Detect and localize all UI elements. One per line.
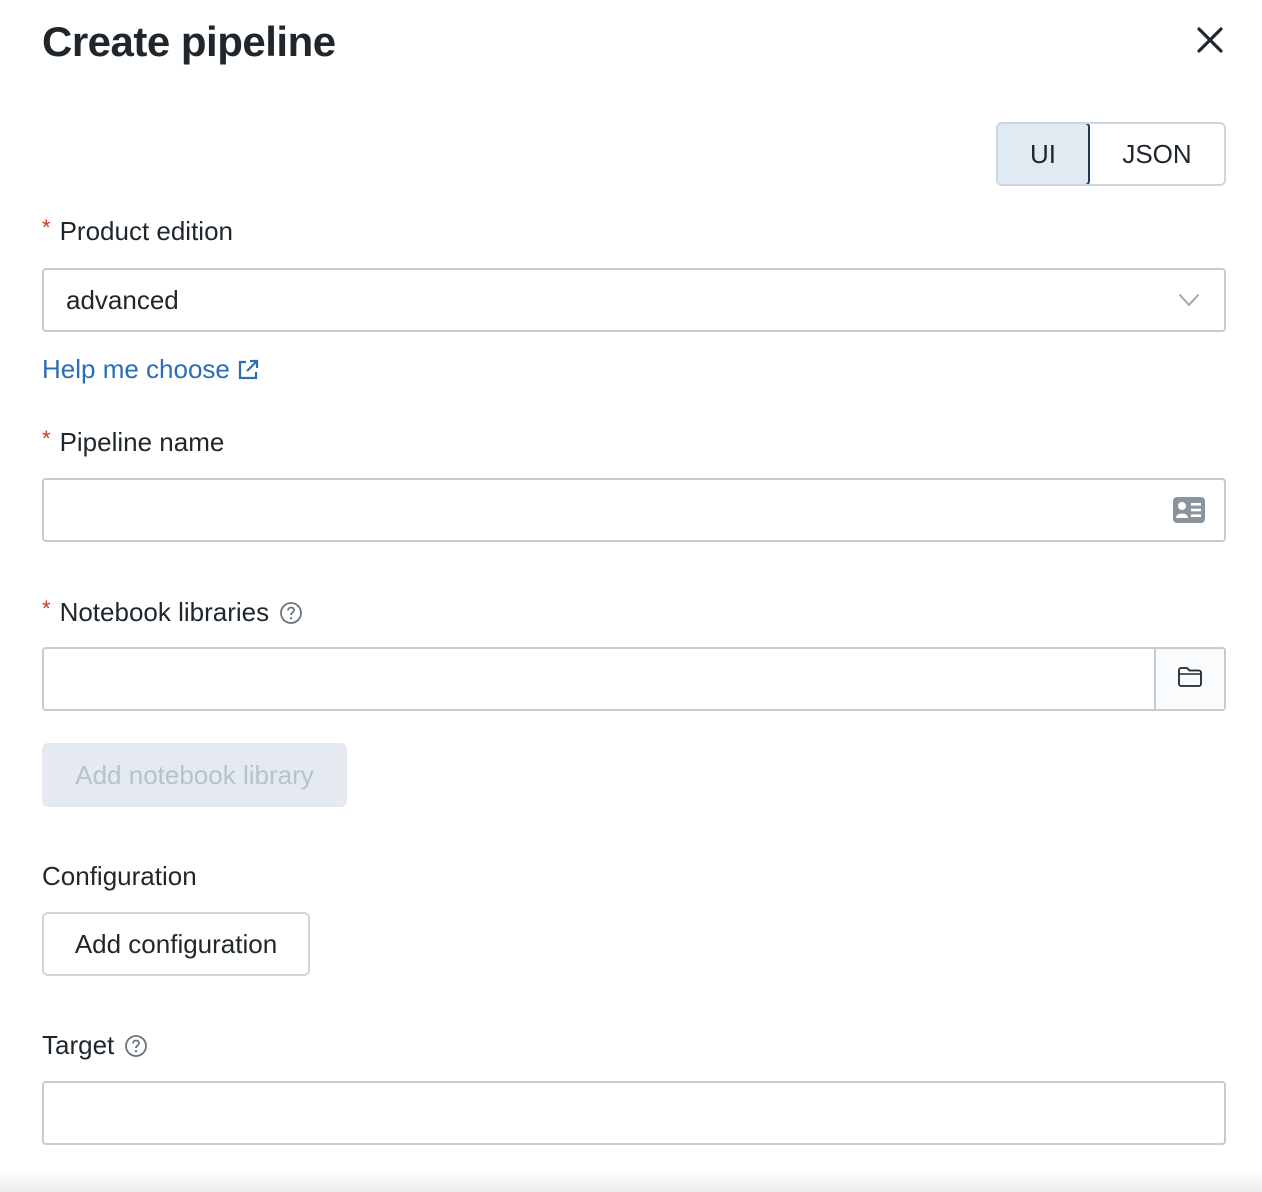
- product-edition-label: * Product edition: [42, 214, 234, 247]
- target-input[interactable]: [44, 1083, 1224, 1143]
- create-pipeline-dialog: Create pipeline UI JSON * Product editio…: [0, 0, 1262, 1192]
- required-marker: *: [42, 214, 51, 240]
- target-label-text: Target: [42, 1030, 115, 1060]
- mode-toggle: UI JSON: [996, 122, 1226, 186]
- notebook-library-path-input[interactable]: [44, 649, 1154, 709]
- product-edition-label-text: Product edition: [59, 216, 234, 246]
- folder-icon: [1177, 666, 1203, 693]
- help-me-choose-text: Help me choose: [42, 354, 230, 384]
- mode-toggle-json[interactable]: JSON: [1090, 124, 1224, 184]
- close-button[interactable]: [1190, 22, 1230, 62]
- product-edition-select[interactable]: advanced: [42, 268, 1226, 332]
- help-circle-icon[interactable]: [279, 601, 303, 625]
- help-circle-icon[interactable]: [124, 1034, 148, 1058]
- dialog-title: Create pipeline: [42, 18, 336, 65]
- scroll-shadow: [0, 1172, 1262, 1192]
- product-edition-value: advanced: [66, 284, 179, 315]
- add-configuration-button[interactable]: Add configuration: [42, 912, 310, 976]
- contact-card-icon: [1154, 480, 1224, 540]
- required-marker: *: [42, 425, 51, 451]
- notebook-libraries-label-text: Notebook libraries: [59, 597, 270, 627]
- pipeline-name-input[interactable]: [44, 480, 1154, 540]
- close-icon: [1196, 26, 1224, 59]
- configuration-label: Configuration: [42, 861, 197, 891]
- pipeline-name-label: * Pipeline name: [42, 425, 225, 458]
- add-notebook-library-button[interactable]: Add notebook library: [42, 743, 347, 807]
- required-marker: *: [42, 595, 51, 621]
- pipeline-name-label-text: Pipeline name: [59, 427, 225, 457]
- mode-toggle-ui[interactable]: UI: [998, 124, 1090, 184]
- target-label: Target: [42, 1030, 148, 1061]
- notebook-libraries-label: * Notebook libraries: [42, 595, 303, 628]
- help-me-choose-link[interactable]: Help me choose: [42, 354, 260, 385]
- chevron-down-icon: [1154, 270, 1224, 330]
- external-link-icon: [236, 358, 260, 382]
- pipeline-name-field: [42, 478, 1226, 542]
- browse-folder-button[interactable]: [1154, 649, 1224, 709]
- target-field: [42, 1081, 1226, 1145]
- notebook-libraries-field: [42, 647, 1226, 711]
